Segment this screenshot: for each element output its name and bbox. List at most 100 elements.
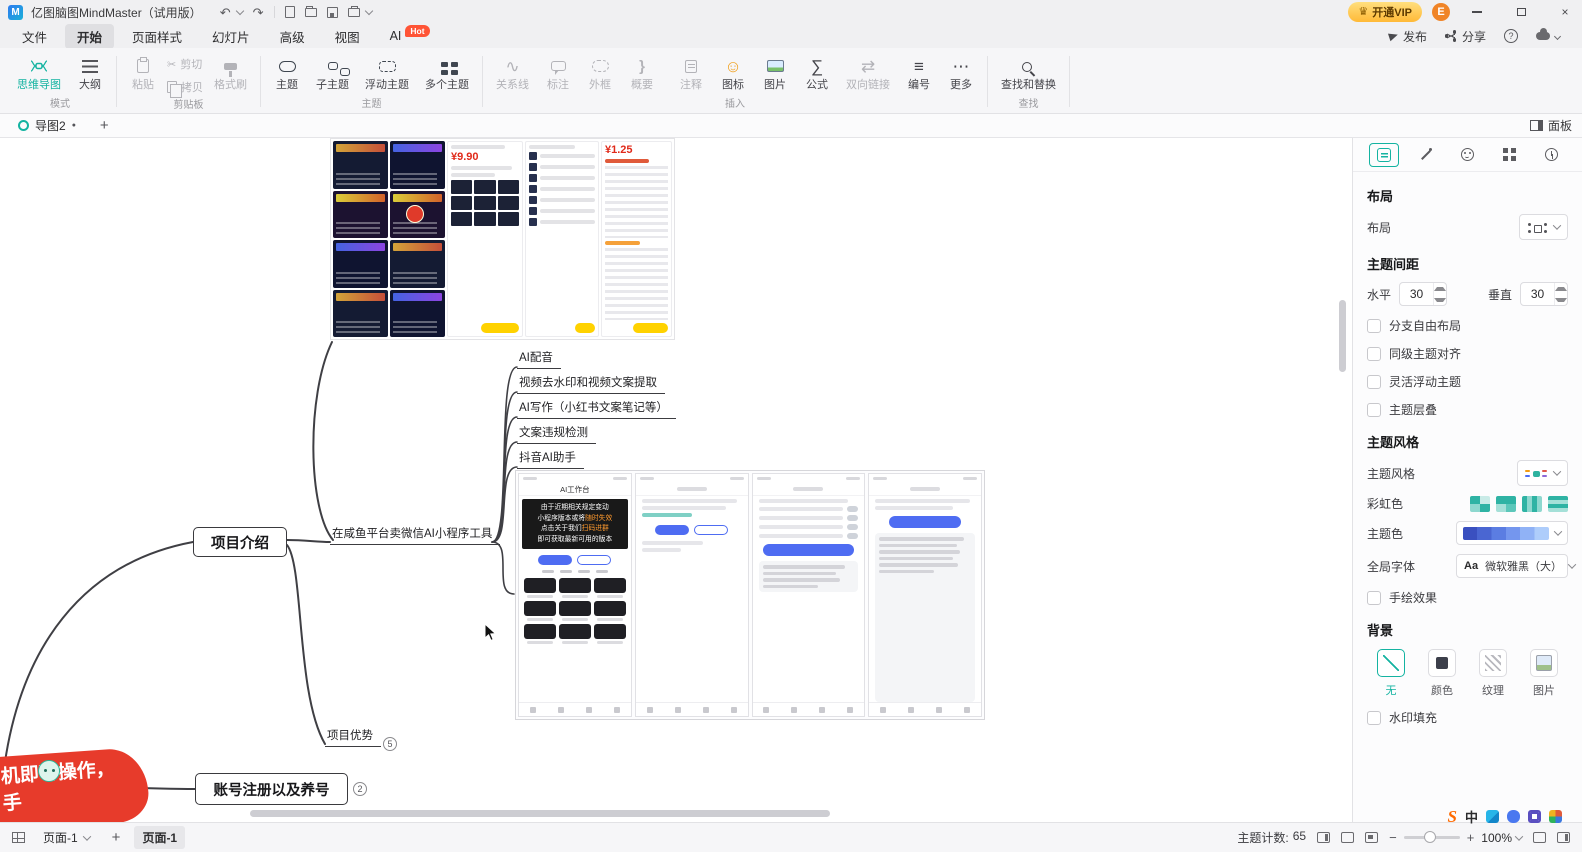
- paste-button[interactable]: 粘贴: [123, 50, 163, 93]
- mindmap-mode-button[interactable]: 思维导图: [10, 50, 68, 93]
- share-button[interactable]: 分享: [1445, 28, 1486, 45]
- rainbow-option-3[interactable]: [1522, 496, 1542, 512]
- topic-project-advantage[interactable]: 项目优势: [325, 727, 381, 747]
- zoom-in-button[interactable]: +: [1467, 831, 1475, 844]
- print-icon[interactable]: [348, 8, 360, 17]
- maximize-button[interactable]: [1504, 0, 1538, 24]
- decrease-button[interactable]: [1555, 294, 1567, 305]
- collapsed-count-badge[interactable]: 2: [353, 782, 367, 796]
- zoom-out-button[interactable]: −: [1389, 831, 1397, 844]
- help-button[interactable]: ?: [1504, 29, 1518, 43]
- checkbox-sibling-alignment[interactable]: 同级主题对齐: [1367, 345, 1568, 362]
- checkbox-flexible-floating-topic[interactable]: 灵活浮动主题: [1367, 373, 1568, 390]
- topic-project-intro[interactable]: 项目介绍: [193, 527, 287, 557]
- note-button[interactable]: 注释: [671, 50, 711, 93]
- miniprogram-screenshots-image[interactable]: AI工作台 由于近期相关规定变动 小程序版本或将随时失效 点击关于我们扫码进群 …: [515, 470, 985, 720]
- zoom-slider-knob[interactable]: [1424, 831, 1436, 843]
- background-image-option[interactable]: 图片: [1522, 649, 1566, 698]
- horizontal-scrollbar[interactable]: [250, 810, 830, 817]
- increase-button[interactable]: [1555, 283, 1567, 294]
- topic-button[interactable]: 主题: [267, 50, 307, 93]
- panel-tab-style[interactable]: [1411, 143, 1441, 167]
- page-overview-icon[interactable]: [12, 832, 25, 843]
- menu-tab-slides[interactable]: 幻灯片: [200, 24, 262, 49]
- outline-view-icon[interactable]: [1317, 832, 1330, 843]
- multiple-topics-button[interactable]: 多个主题: [418, 50, 476, 93]
- minimap-icon[interactable]: [1365, 832, 1378, 843]
- panel-tab-sticker[interactable]: [1452, 143, 1482, 167]
- panel-tab-history[interactable]: [1536, 143, 1566, 167]
- boundary-button[interactable]: 外框: [580, 50, 620, 93]
- topic-red-highlight[interactable]: 机即可操作， 手: [0, 747, 150, 822]
- checkbox-free-branch-layout[interactable]: 分支自由布局: [1367, 317, 1568, 334]
- minimize-button[interactable]: [1460, 0, 1494, 24]
- page-list-dropdown[interactable]: 页面-1: [35, 826, 98, 849]
- menu-tab-advanced[interactable]: 高级: [268, 24, 317, 49]
- toolbox-icon[interactable]: [1549, 810, 1562, 823]
- background-color-option[interactable]: 颜色: [1420, 649, 1464, 698]
- canvas[interactable]: ¥9.90: [0, 138, 1352, 822]
- outline-mode-button[interactable]: 大纲: [70, 50, 110, 93]
- keyboard-icon[interactable]: [1528, 810, 1541, 823]
- add-page-button[interactable]: +: [108, 829, 125, 846]
- undo-dropdown-icon[interactable]: [235, 7, 243, 15]
- panel-tab-format[interactable]: [1369, 143, 1399, 167]
- zoom-level[interactable]: 100%: [1481, 831, 1522, 845]
- navigator-icon[interactable]: [1341, 832, 1354, 843]
- checkbox-topic-overlap[interactable]: 主题层叠: [1367, 401, 1568, 418]
- picture-button[interactable]: 图片: [755, 50, 795, 93]
- formula-button[interactable]: ∑ 公式: [797, 50, 837, 93]
- horizontal-spacing-stepper[interactable]: 30: [1399, 282, 1447, 306]
- topic-account-registration[interactable]: 账号注册以及养号: [195, 773, 348, 805]
- new-file-icon[interactable]: [285, 6, 295, 18]
- cloud-sync-button[interactable]: [1536, 32, 1560, 40]
- product-listings-image[interactable]: ¥9.90: [330, 138, 675, 340]
- theme-style-dropdown[interactable]: [1517, 460, 1568, 486]
- theme-color-dropdown[interactable]: [1456, 521, 1568, 545]
- topic-douyin-assistant[interactable]: 抖音AI助手: [517, 449, 584, 469]
- collapsed-count-badge[interactable]: 5: [383, 737, 397, 751]
- checkbox-hand-drawn[interactable]: 手绘效果: [1367, 589, 1568, 606]
- more-insert-button[interactable]: ⋯ 更多: [941, 50, 981, 93]
- ai-assistant-robot-icon[interactable]: [38, 760, 60, 782]
- vertical-scrollbar[interactable]: [1339, 300, 1346, 372]
- background-texture-option[interactable]: 纹理: [1471, 649, 1515, 698]
- active-page-tab[interactable]: 页面-1: [134, 826, 185, 849]
- menu-tab-home[interactable]: 开始: [65, 24, 114, 49]
- microphone-icon[interactable]: [1507, 810, 1520, 823]
- save-icon[interactable]: [327, 7, 338, 18]
- bidirectional-link-button[interactable]: ⇄ 双向链接: [839, 50, 897, 93]
- global-font-dropdown[interactable]: Aa 微软雅黑（大）: [1456, 554, 1568, 578]
- menu-tab-file[interactable]: 文件: [10, 24, 59, 49]
- menu-tab-ai[interactable]: AI Hot: [378, 26, 442, 46]
- find-replace-button[interactable]: 查找和替换: [994, 50, 1063, 93]
- vertical-spacing-stepper[interactable]: 30: [1520, 282, 1568, 306]
- publish-button[interactable]: 发布: [1389, 28, 1427, 45]
- numbering-button[interactable]: ≡ 编号: [899, 50, 939, 93]
- undo-button[interactable]: ↶: [220, 6, 231, 19]
- redo-button[interactable]: ↷: [253, 6, 264, 19]
- checkbox-watermark-fill[interactable]: 水印填充: [1367, 709, 1568, 726]
- rainbow-option-4[interactable]: [1548, 496, 1568, 512]
- panel-tab-apps[interactable]: [1494, 143, 1524, 167]
- decrease-button[interactable]: [1434, 294, 1446, 305]
- rainbow-option-2[interactable]: [1496, 496, 1516, 512]
- cut-button[interactable]: ✂剪切: [167, 56, 203, 72]
- close-button[interactable]: ×: [1548, 0, 1582, 24]
- new-document-tab-button[interactable]: +: [94, 117, 115, 134]
- relationship-button[interactable]: ∿ 关系线: [489, 50, 536, 93]
- panel-toggle-button[interactable]: 面板: [1530, 117, 1572, 134]
- topic-ai-dubbing[interactable]: AI配音: [517, 349, 561, 369]
- user-avatar[interactable]: E: [1432, 3, 1450, 21]
- menu-tab-view[interactable]: 视图: [323, 24, 372, 49]
- more-tools-icon[interactable]: [364, 7, 372, 15]
- copy-button[interactable]: 拷贝: [167, 79, 203, 95]
- document-tab[interactable]: 导图2 ●: [10, 115, 84, 136]
- increase-button[interactable]: [1434, 283, 1446, 294]
- rainbow-option-1[interactable]: [1470, 496, 1490, 512]
- topic-ai-writing[interactable]: AI写作（小红书文案笔记等）: [517, 399, 676, 419]
- callout-button[interactable]: 标注: [538, 50, 578, 93]
- summary-button[interactable]: } 概要: [622, 50, 662, 93]
- subtopic-button[interactable]: 子主题: [309, 50, 356, 93]
- background-none-option[interactable]: 无: [1369, 649, 1413, 698]
